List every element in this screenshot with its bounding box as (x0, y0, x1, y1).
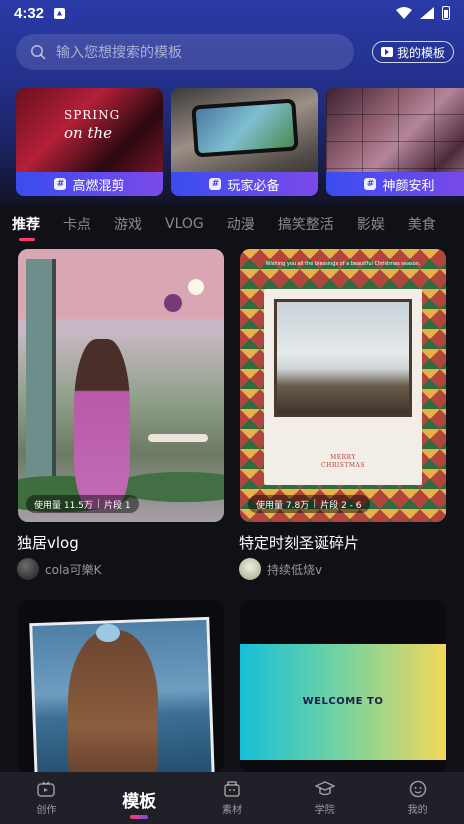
banner-label: # 玩家必备 (171, 172, 318, 196)
banner-label: # 高燃混剪 (16, 172, 163, 196)
template-card[interactable]: 使用量 11.5万 | 片段 1 (18, 249, 224, 522)
card-art (148, 434, 208, 442)
nav-label: 模板 (122, 791, 157, 812)
card-art (68, 630, 158, 772)
category-tabs: 推荐 卡点 游戏 VLOG 动漫 搞笑整活 影娱 美食 (0, 207, 464, 241)
banner-label: # 神颜安利 (326, 172, 464, 196)
card-author[interactable]: cola可樂K (17, 558, 102, 580)
video-template-icon (380, 47, 393, 57)
separator: | (313, 499, 317, 509)
hashtag-icon: # (364, 178, 377, 190)
hashtag-icon: # (54, 178, 67, 190)
material-icon (224, 781, 240, 797)
active-nav-indicator (130, 815, 149, 819)
create-icon (37, 781, 56, 797)
card-art (164, 294, 182, 312)
search-placeholder: 输入您想搜索的模板 (56, 45, 182, 61)
nav-profile[interactable]: 我的 (371, 772, 464, 824)
banner-card-gamer[interactable]: # 玩家必备 (171, 88, 318, 196)
template-card[interactable] (18, 600, 224, 772)
banner-label-text: 玩家必备 (227, 178, 280, 194)
author-name: 持续低烧v (267, 562, 323, 577)
usage-count: 使用量 11.5万 (34, 500, 93, 511)
segment-count: 片段 1 (103, 500, 131, 511)
avatar (239, 558, 261, 580)
nav-label: 素材 (221, 805, 242, 816)
bottom-navigation: 创作 模板 素材 学院 我的 (0, 772, 464, 824)
hashtag-icon: # (209, 178, 222, 190)
banner-label-text: 高燃混剪 (72, 178, 125, 194)
card-art (96, 624, 120, 642)
author-name: cola可樂K (45, 562, 102, 577)
app-notification-icon (54, 7, 66, 19)
banner-card-edit[interactable]: SPRING on the # 高燃混剪 (16, 88, 163, 196)
search-row: 输入您想搜索的模板 我的模板 (16, 34, 454, 70)
christmas-text: CHRISTMAS (321, 462, 365, 469)
tab-funny[interactable]: 搞笑整活 (278, 214, 334, 234)
nav-academy[interactable]: 学院 (278, 772, 371, 824)
avatar (17, 558, 39, 580)
my-template-label: 我的模板 (396, 45, 445, 60)
nav-template[interactable]: 模板 (93, 772, 186, 824)
tab-vlog[interactable]: VLOG (165, 216, 204, 232)
card-art (188, 279, 204, 295)
card-art-text: Wishing you all the blessings of a beaut… (265, 261, 421, 267)
usage-count: 使用量 7.8万 (256, 500, 310, 511)
tab-anime[interactable]: 动漫 (227, 214, 255, 234)
banner-art-text: SPRING (64, 108, 121, 122)
nav-create[interactable]: 创作 (0, 772, 93, 824)
card-art (274, 299, 412, 417)
tab-entertainment[interactable]: 影娱 (357, 214, 385, 234)
nav-label: 创作 (36, 805, 57, 816)
tab-beat[interactable]: 卡点 (63, 214, 91, 234)
banner-label-text: 神颜安利 (382, 178, 435, 194)
template-card[interactable]: WELCOME TO (240, 600, 446, 772)
status-icons (396, 6, 450, 20)
card-title[interactable]: 独居vlog (17, 532, 79, 553)
academy-icon (314, 781, 335, 796)
card-art (74, 339, 130, 509)
template-card[interactable]: Wishing you all the blessings of a beaut… (240, 249, 446, 522)
signal-icon (420, 7, 434, 19)
tab-food[interactable]: 美食 (408, 214, 436, 234)
nav-material[interactable]: 素材 (186, 772, 279, 824)
card-art-text: MERRY CHRISTMAS (264, 454, 422, 470)
search-input[interactable]: 输入您想搜索的模板 (16, 34, 354, 70)
my-template-button[interactable]: 我的模板 (371, 41, 454, 63)
separator: | (96, 499, 100, 509)
status-time: 4:32 (14, 4, 45, 22)
segment-count: 片段 2 - 6 (320, 500, 362, 511)
card-title[interactable]: 特定时刻圣诞碎片 (239, 532, 359, 553)
nav-label: 学院 (314, 805, 335, 816)
status-bar: 4:32 (0, 0, 464, 26)
card-art-text: WELCOME TO (302, 696, 384, 707)
wifi-icon (396, 7, 412, 19)
banner-card-beauty[interactable]: # 神颜安利 (326, 88, 464, 196)
phone-image (191, 98, 299, 158)
usage-badge: 使用量 11.5万 | 片段 1 (26, 495, 139, 513)
card-author[interactable]: 持续低烧v (239, 558, 322, 580)
usage-badge: 使用量 7.8万 | 片段 2 - 6 (248, 495, 370, 513)
battery-icon (442, 6, 450, 20)
tab-game[interactable]: 游戏 (114, 214, 142, 234)
active-tab-indicator (19, 238, 35, 241)
banner-art-text: on the (64, 124, 113, 142)
banner-carousel: SPRING on the # 高燃混剪 # 玩家必备 # 神颜安利 (16, 88, 464, 196)
profile-icon (409, 780, 426, 798)
tab-recommend[interactable]: 推荐 (12, 214, 40, 234)
nav-label: 我的 (407, 805, 428, 816)
search-icon (31, 45, 46, 60)
merry-text: MERRY (330, 454, 356, 461)
